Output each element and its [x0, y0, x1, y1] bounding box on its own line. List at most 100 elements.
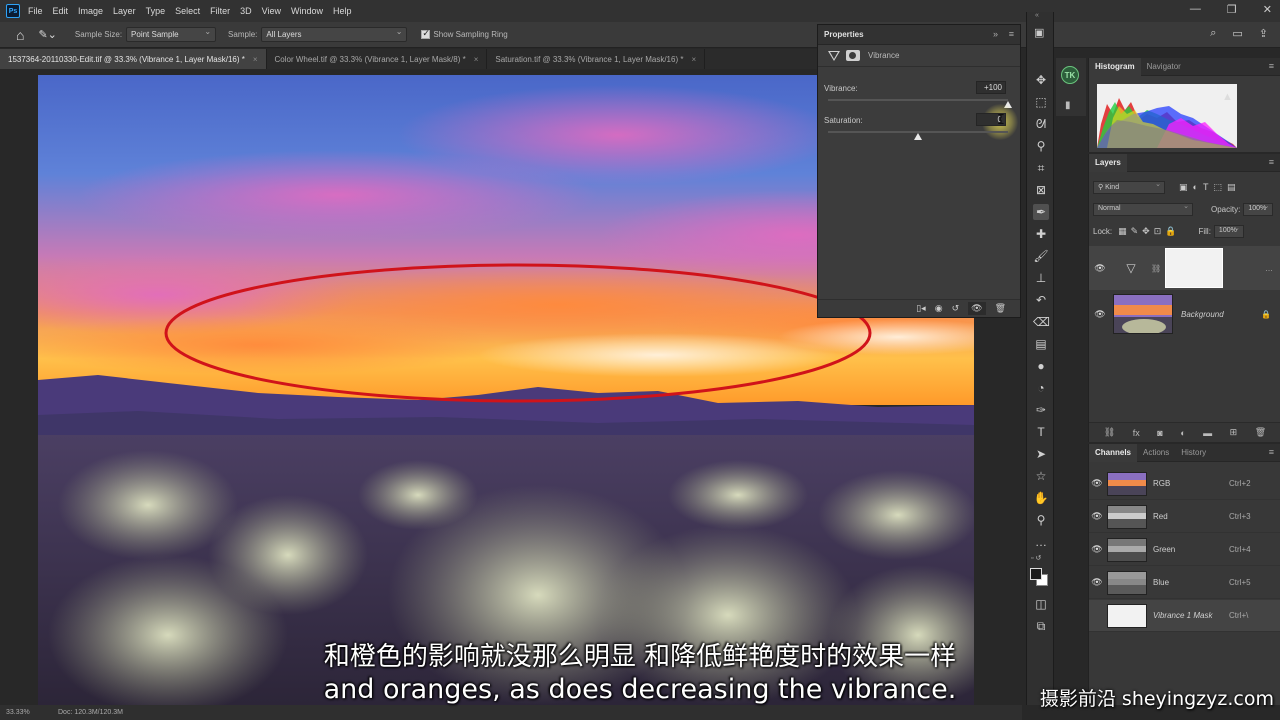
channel-row-red[interactable]: 👁 Red Ctrl+3 — [1089, 501, 1280, 533]
add-mask-icon[interactable]: ◙ — [1157, 428, 1162, 438]
visibility-eye-icon[interactable]: 👁 — [1089, 263, 1111, 274]
panel-menu-icon[interactable]: ≡ — [1269, 61, 1274, 71]
chain-link-icon[interactable]: ⛓ — [1151, 264, 1161, 273]
workspace-icon[interactable]: ▭ — [1232, 27, 1242, 40]
path-select-icon[interactable]: ➤ — [1033, 446, 1049, 462]
toolbar-collapse-icon[interactable]: « — [1035, 12, 1039, 19]
trash-icon[interactable]: 🗑 — [1255, 427, 1266, 438]
new-layer-icon[interactable]: ⊞ — [1230, 427, 1238, 438]
menu-3d[interactable]: 3D — [240, 6, 252, 16]
brush-icon[interactable]: 🖌 — [1033, 248, 1049, 264]
clip-to-layer-icon[interactable]: ▯◂ — [916, 303, 925, 314]
menu-help[interactable]: Help — [333, 6, 352, 16]
more-icon[interactable]: … — [1033, 534, 1049, 550]
tk-plugin-icon[interactable]: TK — [1061, 66, 1079, 84]
channel-row-green[interactable]: 👁 Green Ctrl+4 — [1089, 534, 1280, 566]
tab-histogram[interactable]: Histogram — [1089, 57, 1141, 76]
layer-mask-thumbnail[interactable] — [1165, 248, 1224, 288]
visibility-eye-icon[interactable]: 👁 — [1089, 478, 1105, 489]
tab-channels[interactable]: Channels — [1089, 443, 1138, 462]
doc-size[interactable]: Doc: 120.3M/120.3M — [58, 709, 123, 716]
eyedropper-preset-icon[interactable]: ✎⌄ — [38, 28, 56, 41]
panel-menu-icon[interactable]: ≡ — [1269, 157, 1274, 167]
adjustment-icon[interactable]: ◐ — [1180, 428, 1185, 438]
swap-colors-icon[interactable]: ▫ ↺ — [1031, 554, 1041, 562]
vibrance-slider-track[interactable] — [828, 99, 1008, 101]
show-ring-checkbox[interactable] — [421, 28, 431, 39]
move-icon[interactable]: ✥ — [1033, 72, 1049, 88]
pen-icon[interactable]: ✑ — [1033, 402, 1049, 418]
reset-icon[interactable]: ↺ — [952, 303, 960, 314]
document-info-icon[interactable]: ▮ — [1065, 100, 1071, 111]
menu-filter[interactable]: Filter — [210, 6, 230, 16]
search-icon[interactable]: ⌕ — [1210, 27, 1216, 40]
filter-icons[interactable]: ▣◐T⬚▤ — [1179, 182, 1240, 193]
channel-row-vibrance-mask[interactable]: Vibrance 1 Mask Ctrl+\ — [1089, 600, 1280, 632]
visibility-eye-icon[interactable]: 👁 — [1089, 544, 1105, 555]
share-icon[interactable]: ⇪ — [1259, 27, 1268, 40]
menu-type[interactable]: Type — [146, 6, 166, 16]
close-icon[interactable]: × — [691, 55, 696, 64]
marquee-icon[interactable]: ⬚ — [1033, 94, 1049, 110]
layer-row-vibrance[interactable]: 👁 ▽ ⛓ … — [1089, 246, 1280, 290]
layer-mask-icon[interactable] — [846, 50, 860, 61]
sample-size-select[interactable]: Point Sample — [126, 27, 217, 42]
tab-document-2[interactable]: Color Wheel.tif @ 33.3% (Vibrance 1, Lay… — [267, 49, 488, 69]
tab-document-1[interactable]: 1537364-20110330-Edit.tif @ 33.3% (Vibra… — [0, 49, 267, 69]
tab-actions[interactable]: Actions — [1137, 444, 1175, 462]
close-icon[interactable]: ✕ — [1263, 3, 1272, 16]
gradient-icon[interactable]: ▤ — [1033, 336, 1049, 352]
menu-layer[interactable]: Layer — [113, 6, 136, 16]
dodge-icon[interactable]: ◔ — [1033, 380, 1049, 396]
zoom-icon[interactable]: ⚲ — [1033, 512, 1049, 528]
eraser-icon[interactable]: ⌫ — [1033, 314, 1050, 330]
group-icon[interactable]: ▬ — [1203, 428, 1212, 438]
sample-select[interactable]: All Layers — [261, 27, 408, 42]
menu-view[interactable]: View — [262, 6, 281, 16]
visibility-eye-icon[interactable]: 👁 — [1089, 577, 1105, 588]
quick-select-icon[interactable]: ⚲ — [1033, 138, 1049, 154]
shape-icon[interactable]: ☆ — [1033, 468, 1049, 484]
screen-mode-icon[interactable]: ⧉ — [1033, 618, 1049, 634]
channel-row-rgb[interactable]: 👁 RGB Ctrl+2 — [1089, 468, 1280, 500]
hand-icon[interactable]: ✋ — [1033, 490, 1049, 506]
lock-icons[interactable]: ▦✎✥⊡🔒 — [1118, 226, 1180, 237]
panel-menu-icon[interactable]: ≡ — [1269, 447, 1274, 457]
fill-field[interactable]: 100% — [1213, 224, 1244, 238]
menu-edit[interactable]: Edit — [53, 6, 69, 16]
visibility-eye-icon[interactable]: 👁 — [968, 302, 986, 315]
warning-icon[interactable]: ▲ — [1222, 91, 1233, 103]
tab-navigator[interactable]: Navigator — [1141, 58, 1187, 76]
menu-window[interactable]: Window — [291, 6, 323, 16]
properties-title[interactable]: Properties — [824, 30, 864, 39]
blur-icon[interactable]: ● — [1033, 358, 1049, 374]
crop-icon[interactable]: ⌗ — [1033, 160, 1049, 176]
home-icon[interactable]: ⌂ — [16, 27, 24, 43]
fx-icon[interactable]: fx — [1133, 428, 1140, 438]
channel-row-blue[interactable]: 👁 Blue Ctrl+5 — [1089, 567, 1280, 599]
layer-thumbnail[interactable] — [1113, 294, 1173, 334]
visibility-eye-icon[interactable]: 👁 — [1089, 309, 1111, 320]
type-icon[interactable]: T — [1033, 424, 1049, 440]
close-icon[interactable]: × — [474, 55, 479, 64]
healing-icon[interactable]: ✚ — [1033, 226, 1049, 242]
collapse-icon[interactable]: » — [993, 29, 998, 39]
saturation-slider-thumb[interactable] — [914, 133, 922, 140]
frame-icon[interactable]: ⊠ — [1033, 182, 1049, 198]
minimize-icon[interactable]: — — [1190, 3, 1201, 16]
tab-history[interactable]: History — [1175, 444, 1212, 462]
visibility-eye-icon[interactable]: 👁 — [1089, 511, 1105, 522]
view-previous-icon[interactable]: ◉ — [935, 303, 943, 314]
lasso-icon[interactable]: ᘛ — [1033, 116, 1049, 132]
foreground-color-swatch[interactable] — [1030, 568, 1042, 580]
close-icon[interactable]: × — [253, 55, 258, 64]
layer-row-background[interactable]: 👁 Background 🔒 — [1089, 292, 1280, 336]
tab-layers[interactable]: Layers — [1089, 153, 1127, 172]
menu-image[interactable]: Image — [78, 6, 103, 16]
filter-kind-select[interactable]: ⚲ Kind — [1093, 180, 1165, 194]
menu-file[interactable]: File — [28, 6, 43, 16]
toolbar-mode-icon[interactable]: ▣ — [1034, 26, 1044, 39]
tab-document-3[interactable]: Saturation.tif @ 33.3% (Vibrance 1, Laye… — [487, 49, 706, 69]
link-icon[interactable]: ⛓ — [1104, 427, 1115, 438]
panel-menu-icon[interactable]: ≡ — [1009, 29, 1014, 39]
